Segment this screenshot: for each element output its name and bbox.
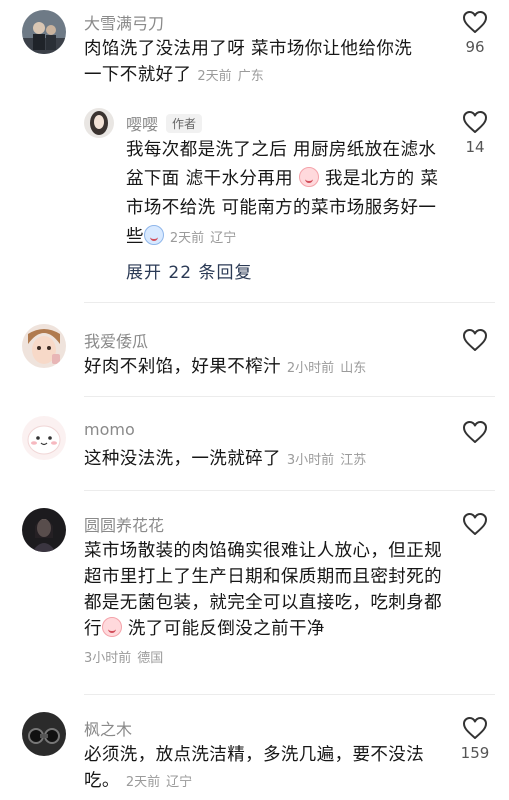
timestamp: 2天前 — [169, 231, 205, 246]
location: 德国 — [137, 651, 164, 666]
username[interactable]: 大雪满弓刀 — [84, 10, 164, 34]
comment-body: 这种没法洗，一洗就碎了 — [84, 449, 281, 469]
username[interactable]: 枫之木 — [84, 716, 132, 740]
comment-item: 大雪满弓刀 肉馅洗了没法用了呀 菜市场你让他给你洗一下不就好了 2天前 广东 96 … — [0, 0, 509, 300]
avatar[interactable] — [22, 324, 66, 368]
divider — [84, 694, 495, 695]
username[interactable]: 圆圆养花花 — [84, 512, 164, 536]
comment-body: 好肉不剁馅，好果不榨汁 — [84, 357, 281, 377]
username[interactable]: momo — [84, 420, 135, 439]
timestamp: 3小时前 — [286, 453, 335, 468]
author-badge: 作者 — [166, 114, 203, 133]
avatar[interactable] — [84, 108, 114, 138]
avatar[interactable] — [22, 712, 66, 756]
timestamp: 2天前 — [125, 775, 161, 790]
timestamp: 3小时前 — [84, 651, 132, 666]
location: 辽宁 — [166, 775, 193, 790]
reply-username[interactable]: 嘤嘤 作者 — [126, 111, 203, 135]
expand-replies-button[interactable]: 展开 22 条回复 — [126, 258, 252, 283]
timestamp: 2天前 — [197, 69, 232, 84]
username[interactable]: 我爱倭瓜 — [84, 328, 148, 352]
crying-emoji-icon — [101, 617, 122, 637]
location: 江苏 — [340, 453, 367, 468]
comment-item: 枫之木 必须洗，放点洗洁精，多洗几遍，要不没法吃。 2天前 辽宁 159 — [0, 706, 509, 800]
divider — [84, 490, 495, 491]
comment-body-2: 洗了可能反倒没之前干净 — [127, 619, 325, 639]
timestamp: 2小时前 — [286, 361, 335, 376]
like-count: 14 — [465, 138, 485, 156]
like-count: 159 — [460, 744, 490, 762]
heart-icon[interactable] — [462, 420, 488, 444]
avatar[interactable] — [22, 10, 66, 54]
divider — [84, 396, 495, 397]
like-count: 96 — [465, 38, 485, 56]
location: 山东 — [340, 361, 367, 376]
avatar[interactable] — [22, 508, 66, 552]
heart-icon[interactable] — [462, 512, 488, 536]
comment-text: 菜市场散装的肉馅确实很难让人放心，但正规超市里打上了生产日期和保质期而且密封死的… — [84, 538, 444, 672]
heart-icon[interactable] — [462, 10, 488, 34]
comment-text: 必须洗，放点洗洁精，多洗几遍，要不没法吃。 2天前 辽宁 — [84, 742, 444, 796]
grimace-emoji-icon — [143, 225, 164, 245]
crying-emoji-icon — [299, 167, 320, 187]
location: 辽宁 — [210, 231, 237, 246]
comment-text: 肉馅洗了没法用了呀 菜市场你让他给你洗一下不就好了 2天前 广东 — [84, 36, 429, 90]
avatar[interactable] — [22, 416, 66, 460]
heart-icon[interactable] — [462, 328, 488, 352]
heart-icon[interactable] — [462, 716, 488, 740]
comment-item: 圆圆养花花 菜市场散装的肉馅确实很难让人放心，但正规超市里打上了生产日期和保质期… — [0, 502, 509, 692]
divider — [84, 302, 495, 303]
reply-text: 我每次都是洗了之后 用厨房纸放在滤水盆下面 滤干水分再用 我是北方的 菜市场不给… — [126, 136, 442, 253]
heart-icon[interactable] — [462, 110, 488, 134]
comment-item: 我爱倭瓜 好肉不剁馅，好果不榨汁 2小时前 山东 — [0, 318, 509, 398]
comment-text: 这种没法洗，一洗就碎了 3小时前 江苏 — [84, 446, 429, 474]
comment-meta: 3小时前 德国 — [84, 644, 444, 672]
location: 广东 — [237, 69, 264, 84]
comment-text: 好肉不剁馅，好果不榨汁 2小时前 山东 — [84, 354, 429, 382]
comment-item: momo 这种没法洗，一洗就碎了 3小时前 江苏 — [0, 410, 509, 490]
reply-username-text: 嘤嘤 — [126, 115, 159, 134]
